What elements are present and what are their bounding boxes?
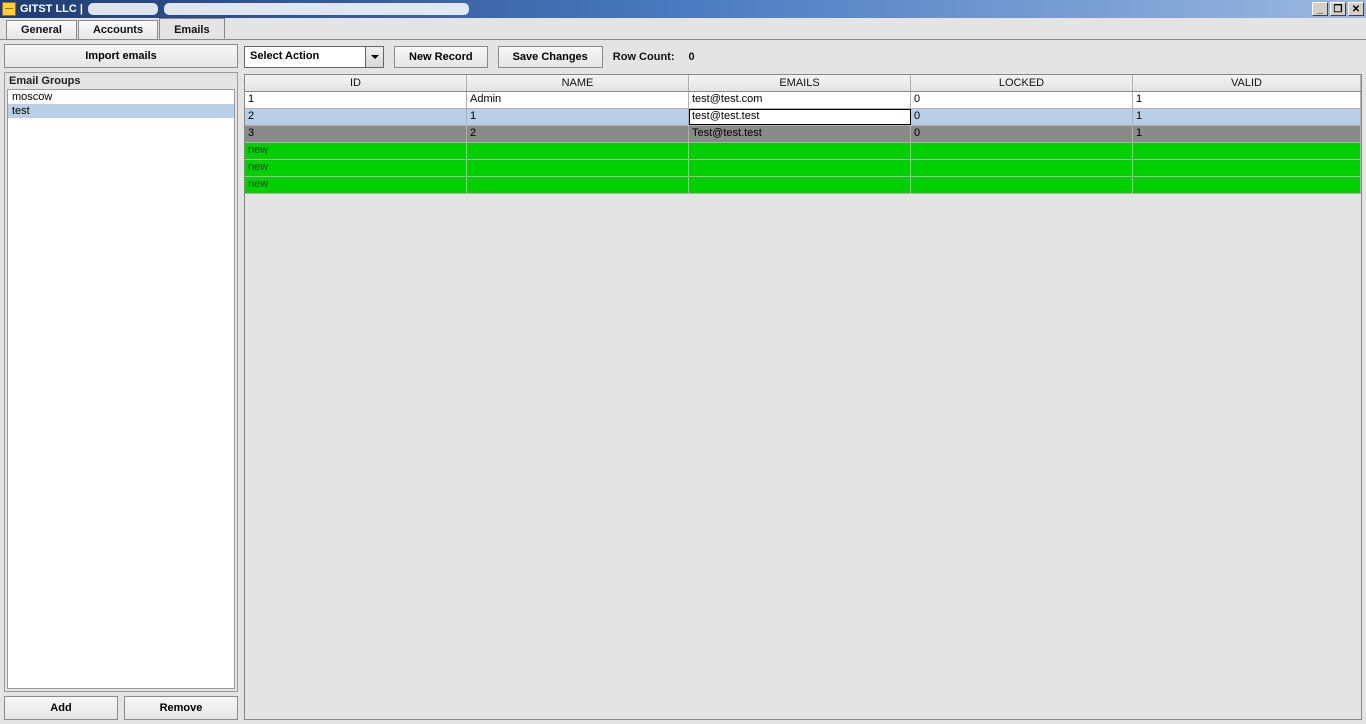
cell[interactable] [1133, 160, 1361, 176]
grid-header: IDNAMEEMAILSLOCKEDVALID [245, 75, 1361, 92]
cell[interactable] [1133, 143, 1361, 159]
cell[interactable] [689, 177, 911, 193]
title-redacted [88, 3, 158, 15]
cell[interactable] [911, 177, 1133, 193]
minimize-button[interactable]: _ [1312, 2, 1328, 16]
cell[interactable]: 1 [1133, 92, 1361, 108]
table-row[interactable]: 1Admintest@test.com01 [245, 92, 1361, 109]
tab-emails[interactable]: Emails [159, 18, 224, 39]
restore-button[interactable]: ❐ [1330, 2, 1346, 16]
row-count-value: 0 [688, 51, 694, 63]
cell[interactable] [911, 160, 1133, 176]
cell[interactable] [467, 177, 689, 193]
email-groups-panel: Email Groups moscowtest [4, 72, 238, 692]
cell[interactable]: 0 [911, 126, 1133, 142]
cell[interactable] [689, 143, 911, 159]
cell[interactable]: 1 [467, 109, 689, 125]
save-changes-button[interactable]: Save Changes [498, 46, 603, 68]
cell[interactable]: Admin [467, 92, 689, 108]
cell[interactable]: 2 [245, 109, 467, 125]
close-button[interactable]: ✕ [1348, 2, 1364, 16]
table-row[interactable]: 21test@test.test01 [245, 109, 1361, 126]
column-header[interactable]: VALID [1133, 75, 1361, 91]
chevron-down-icon[interactable] [365, 47, 383, 67]
tab-bar: GeneralAccountsEmails [0, 18, 1366, 40]
title-sep: | [77, 3, 86, 15]
cell[interactable] [467, 143, 689, 159]
row-count: Row Count: 0 [613, 51, 695, 63]
cell[interactable]: 3 [245, 126, 467, 142]
column-header[interactable]: EMAILS [689, 75, 911, 91]
title-bar: GITST LLC | _ ❐ ✕ [0, 0, 1366, 18]
add-group-button[interactable]: Add [4, 696, 118, 720]
cell[interactable]: new [245, 143, 467, 159]
action-select[interactable]: Select Action [244, 46, 384, 68]
app-icon [2, 2, 16, 16]
cell[interactable] [467, 160, 689, 176]
email-groups-list[interactable]: moscowtest [7, 89, 235, 689]
cell[interactable]: 0 [911, 109, 1133, 125]
grid-body[interactable]: 1Admintest@test.com0121test@test.test013… [245, 92, 1361, 719]
cell[interactable]: 1 [245, 92, 467, 108]
cell[interactable]: new [245, 177, 467, 193]
column-header[interactable]: LOCKED [911, 75, 1133, 91]
cell[interactable]: test@test.com [689, 92, 911, 108]
action-select-text: Select Action [245, 47, 365, 67]
cell[interactable] [911, 143, 1133, 159]
column-header[interactable]: NAME [467, 75, 689, 91]
emails-grid[interactable]: IDNAMEEMAILSLOCKEDVALID 1Admintest@test.… [244, 74, 1362, 720]
remove-group-button[interactable]: Remove [124, 696, 238, 720]
email-groups-title: Email Groups [5, 73, 237, 89]
cell[interactable]: new [245, 160, 467, 176]
title-text: GITST LLC [20, 3, 77, 15]
cell[interactable]: 2 [467, 126, 689, 142]
table-row[interactable]: new [245, 143, 1361, 160]
cell[interactable]: 1 [1133, 109, 1361, 125]
cell[interactable]: 0 [911, 92, 1133, 108]
group-item[interactable]: moscow [8, 90, 234, 104]
group-item[interactable]: test [8, 104, 234, 118]
tab-accounts[interactable]: Accounts [78, 20, 158, 39]
cell[interactable] [689, 160, 911, 176]
table-row[interactable]: 32Test@test.test01 [245, 126, 1361, 143]
table-row[interactable]: new [245, 160, 1361, 177]
title-redacted [164, 3, 469, 15]
column-header[interactable]: ID [245, 75, 467, 91]
cell[interactable] [1133, 177, 1361, 193]
table-row[interactable]: new [245, 177, 1361, 194]
grid-toolbar: Select Action New Record Save Changes Ro… [244, 44, 1362, 74]
tab-general[interactable]: General [6, 20, 77, 39]
cell[interactable]: Test@test.test [689, 126, 911, 142]
row-count-label: Row Count: [613, 51, 675, 63]
new-record-button[interactable]: New Record [394, 46, 488, 68]
import-emails-button[interactable]: Import emails [4, 44, 238, 68]
cell[interactable]: 1 [1133, 126, 1361, 142]
cell[interactable]: test@test.test [689, 109, 911, 125]
